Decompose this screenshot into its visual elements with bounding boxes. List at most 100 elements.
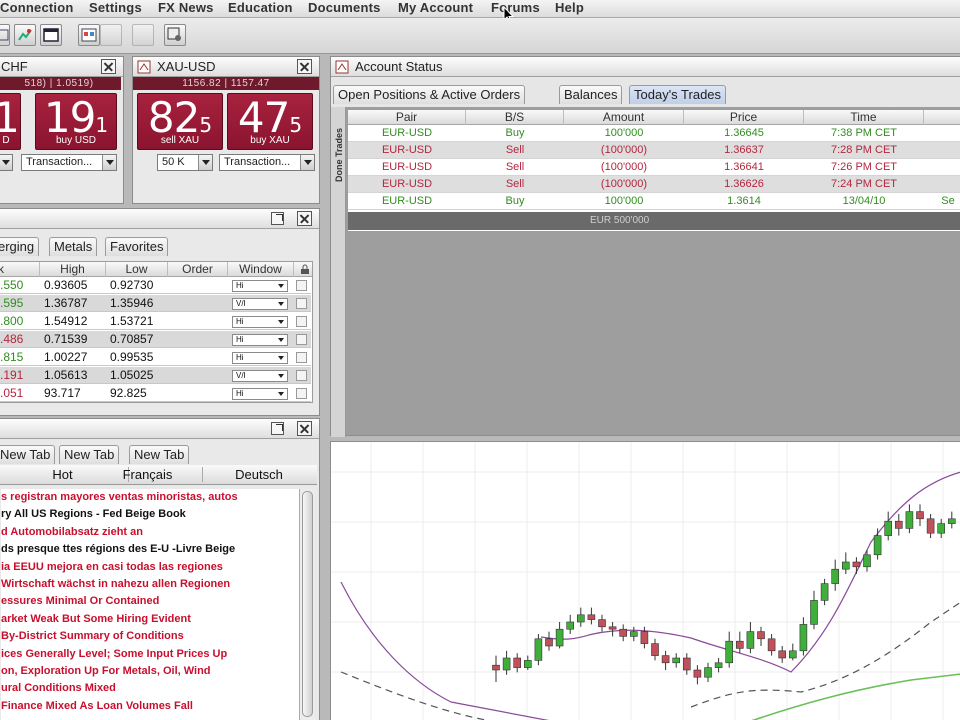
rate-strip: 518) | 1.0519) [0,77,121,90]
buy-button[interactable]: 475 buy XAU [227,93,313,150]
toolbar-settings-button[interactable] [164,24,186,46]
row-checkbox[interactable] [296,370,307,381]
news-item[interactable]: ices Generally Level; Some Input Prices … [1,646,297,663]
transaction-select[interactable]: Transaction... [219,154,315,171]
row-checkbox[interactable] [296,298,307,309]
tab-news-2[interactable]: New Tab [59,445,120,464]
menu-my-account[interactable]: My Account [398,0,473,16]
row-checkbox[interactable] [296,316,307,327]
toolbar-calendar-button[interactable] [78,24,100,46]
news-item[interactable]: s registran mayores ventas minoristas, a… [1,489,297,506]
close-icon[interactable] [297,421,312,436]
transaction-select[interactable]: Transaction... [21,154,117,171]
tab-emerging[interactable]: erging [0,237,40,256]
window-select[interactable]: Hi [232,352,288,364]
col-window[interactable]: Window [228,262,294,277]
toolbar-chart-button[interactable] [14,24,36,46]
rate-strip: 1156.82 | 1157.47 [133,77,319,90]
news-item[interactable]: d Automobilabsatz zieht an [1,524,297,541]
table-row[interactable]: EUR-USD Buy 100'000 1.3614 13/04/10 Se [348,193,960,210]
tab-news-1[interactable]: New Tab [0,445,56,464]
news-item[interactable]: Finance Mixed As Loan Volumes Fall [1,698,297,715]
tab-favorites[interactable]: Favorites [105,237,169,256]
sell-button[interactable]: 1 D [0,93,21,150]
table-row[interactable]: EUR-USD Sell (100'000) 1.36626 7:24 PM CET [348,176,960,193]
price-chart[interactable] [331,442,960,720]
trade-time: 7:24 PM CET [830,178,898,190]
menu-documents[interactable]: Documents [308,0,381,16]
row-checkbox[interactable] [296,352,307,363]
tab-francais[interactable]: Français [93,467,203,482]
col-price[interactable]: Price [684,110,804,125]
menu-fx-news[interactable]: FX News [158,0,214,16]
amount-select[interactable]: 50 K [157,154,213,171]
news-item[interactable]: ry All US Regions - Fed Beige Book [1,506,297,523]
row-checkbox[interactable] [296,280,307,291]
toolbar-window-button[interactable] [40,24,62,46]
window-select[interactable]: Hi [232,388,288,400]
window-select[interactable]: V/I [232,298,288,310]
news-item[interactable]: ds presque ttes régions des E-U -Livre B… [1,541,297,558]
menu-education[interactable]: Education [228,0,293,16]
table-row[interactable]: .550 0.93605 0.92730 Hi [0,277,311,294]
close-icon[interactable] [101,59,116,74]
trades-table-header: Pair B/S Amount Price Time [348,110,960,125]
row-checkbox[interactable] [296,334,307,345]
news-item[interactable]: Wirtschaft wächst in nahezu allen Region… [1,576,297,593]
col-high[interactable]: High [40,262,106,277]
undock-icon[interactable] [271,212,284,225]
amount-select[interactable] [0,154,13,171]
bear-candle-body [757,631,765,640]
toolbar-disabled-button-2[interactable] [132,24,154,46]
window-select[interactable]: Hi [232,316,288,328]
table-row[interactable]: .595 1.36787 1.35946 V/I [0,295,311,312]
undock-icon[interactable] [271,422,284,435]
menu-connection[interactable]: Connection [0,0,74,16]
close-icon[interactable] [297,59,312,74]
news-item[interactable]: By-District Summary of Conditions [1,628,297,645]
col-pair[interactable]: Pair [348,110,466,125]
col-side[interactable]: B/S [466,110,564,125]
toolbar-grid-button[interactable] [0,24,10,46]
news-item[interactable]: on, Exploration Up For Metals, Oil, Wind [1,663,297,680]
table-row[interactable]: EUR-USD Sell (100'000) 1.36641 7:26 PM CET [348,159,960,176]
col-amount[interactable]: Amount [564,110,684,125]
tab-news-3[interactable]: New Tab [129,445,190,464]
col-time[interactable]: Time [804,110,924,125]
col-low[interactable]: Low [106,262,168,277]
news-item[interactable]: arket Weak But Some Hiring Evident [1,611,297,628]
tab-open-positions[interactable]: Open Positions & Active Orders [333,85,526,104]
done-trades-side-tab[interactable]: Done Trades [331,107,346,437]
menu-help[interactable]: Help [555,0,584,16]
window-select[interactable]: V/I [232,370,288,382]
news-scroll-thumb[interactable] [302,491,313,717]
buy-button[interactable]: 191 buy USD [35,93,117,150]
table-row[interactable]: .815 1.00227 0.99535 Hi [0,349,311,366]
toolbar-disabled-button-1[interactable] [100,24,122,46]
table-row[interactable]: .191 1.05613 1.05025 V/I [0,367,311,384]
table-row[interactable]: .486 0.71539 0.70857 Hi [0,331,311,348]
candle [651,638,659,661]
col-order[interactable]: Order [168,262,228,277]
menu-forums[interactable]: Forums [491,0,540,16]
row-checkbox[interactable] [296,388,307,399]
news-item[interactable]: essures Minimal Or Contained [1,593,297,610]
table-row[interactable]: EUR-USD Sell (100'000) 1.36637 7:28 PM CET [348,142,960,159]
tab-balances[interactable]: Balances [559,85,623,104]
table-row[interactable]: .051 93.717 92.825 Hi [0,385,311,402]
bear-candle-body [778,650,787,659]
table-row[interactable]: .800 1.54912 1.53721 Hi [0,313,311,330]
col-bid[interactable]: k [0,262,40,277]
menu-settings[interactable]: Settings [89,0,142,16]
window-select[interactable]: Hi [232,334,288,346]
tab-deutsch[interactable]: Deutsch [203,467,315,482]
sell-button[interactable]: 825 sell XAU [137,93,223,150]
close-icon[interactable] [297,211,312,226]
news-item[interactable]: ia EEUU mejora en casi todas las regione… [1,559,297,576]
tab-metals[interactable]: Metals [49,237,98,256]
news-item[interactable]: ural Conditions Mixed [1,680,297,697]
news-scrollbar[interactable] [299,489,315,720]
tab-todays-trades[interactable]: Today's Trades [629,85,727,104]
table-row[interactable]: EUR-USD Buy 100'000 1.36645 7:38 PM CET [348,125,960,142]
window-select[interactable]: Hi [232,280,288,292]
